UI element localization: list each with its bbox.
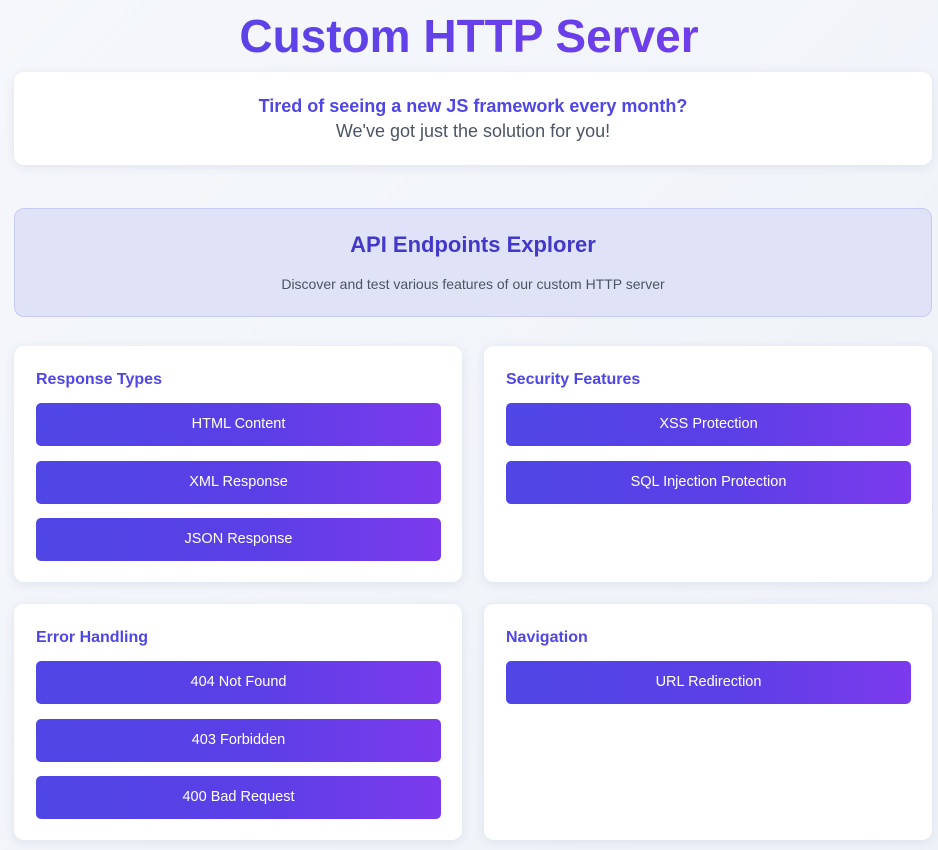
forbidden-403-button[interactable]: 403 Forbidden	[36, 719, 441, 762]
tagline-card: Tired of seeing a new JS framework every…	[14, 72, 932, 165]
bad-request-400-button[interactable]: 400 Bad Request	[36, 776, 441, 819]
error-handling-card: Error Handling 404 Not Found 403 Forbidd…	[14, 604, 462, 840]
explorer-title: API Endpoints Explorer	[350, 232, 596, 257]
tagline-answer: We've got just the solution for you!	[335, 121, 611, 141]
not-found-404-button[interactable]: 404 Not Found	[36, 661, 441, 704]
card-title: Error Handling	[36, 629, 149, 646]
page-title: Custom HTTP Server	[0, 10, 938, 62]
security-features-card: Security Features XSS Protection SQL Inj…	[484, 346, 932, 582]
navigation-card: Navigation URL Redirection	[484, 604, 932, 840]
html-content-button[interactable]: HTML Content	[36, 403, 441, 446]
xss-protection-button[interactable]: XSS Protection	[506, 403, 911, 446]
explorer-subtitle: Discover and test various features of ou…	[281, 276, 665, 292]
api-explorer-banner: API Endpoints Explorer Discover and test…	[14, 208, 932, 317]
json-response-button[interactable]: JSON Response	[36, 518, 441, 561]
card-title: Response Types	[36, 371, 162, 388]
card-title: Navigation	[506, 629, 588, 646]
response-types-card: Response Types HTML Content XML Response…	[14, 346, 462, 582]
url-redirection-button[interactable]: URL Redirection	[506, 661, 911, 704]
sql-injection-protection-button[interactable]: SQL Injection Protection	[506, 461, 911, 504]
tagline-question: Tired of seeing a new JS framework every…	[258, 96, 688, 116]
xml-response-button[interactable]: XML Response	[36, 461, 441, 504]
card-title: Security Features	[506, 371, 641, 388]
